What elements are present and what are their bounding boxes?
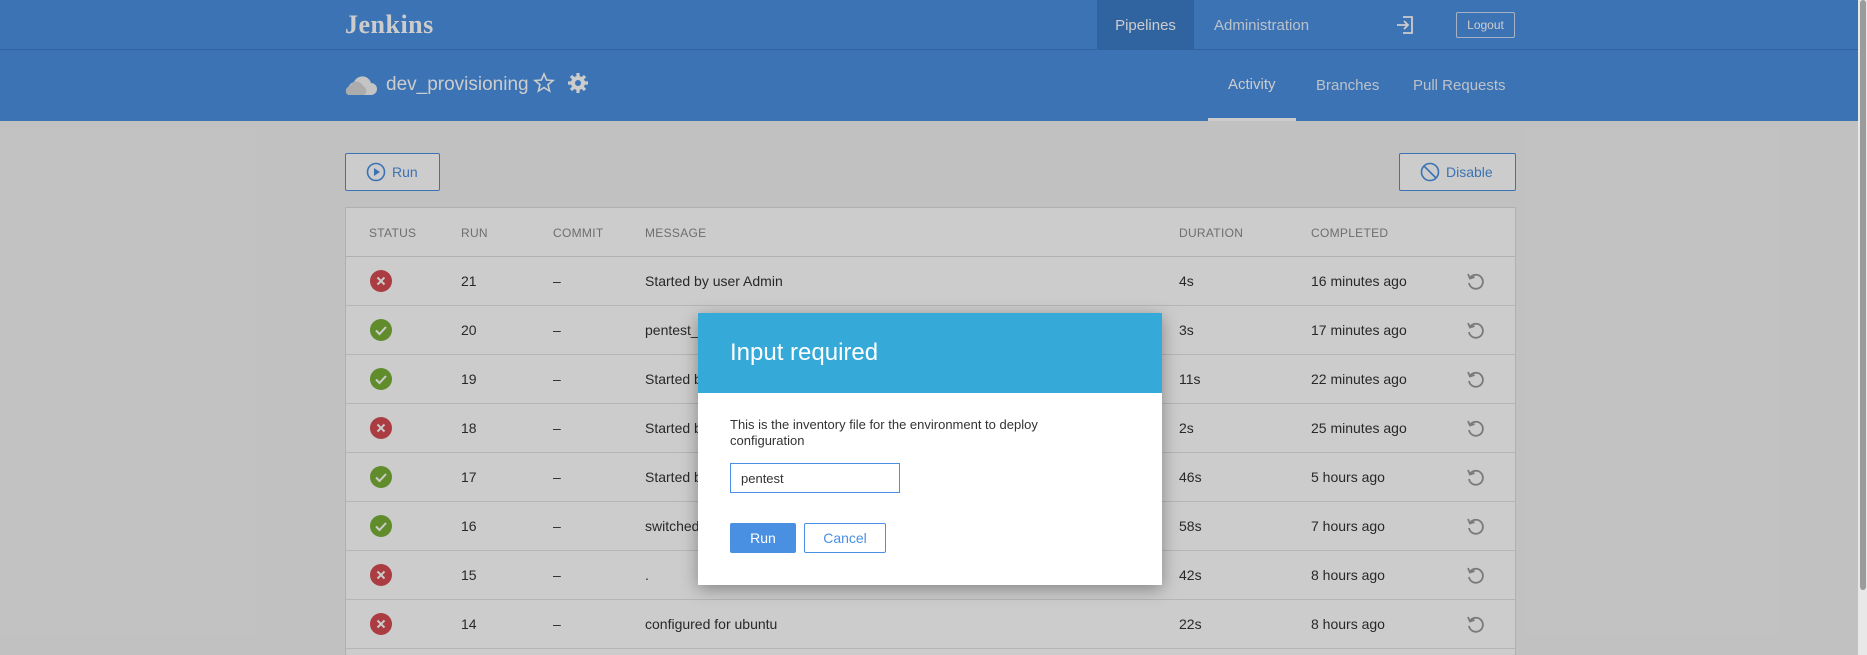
dialog-cancel-button[interactable]: Cancel xyxy=(804,523,886,553)
input-required-dialog: Input required This is the inventory fil… xyxy=(698,313,1162,585)
scrollbar-thumb[interactable] xyxy=(1860,0,1866,590)
dialog-run-button[interactable]: Run xyxy=(730,523,796,553)
inventory-input[interactable]: pentest xyxy=(730,463,900,493)
dialog-title: Input required xyxy=(698,313,1162,393)
dialog-message: This is the inventory file for the envir… xyxy=(730,417,1038,448)
